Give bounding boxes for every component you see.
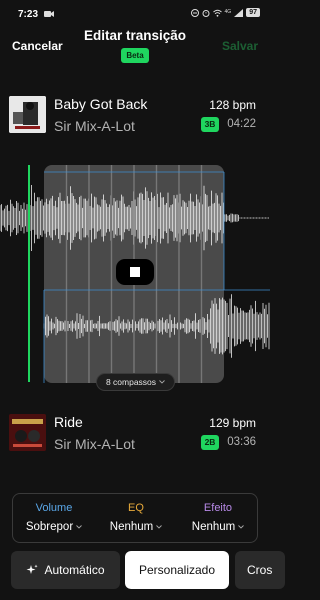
transition-length-dropdown[interactable]: 8 compassos	[96, 373, 175, 391]
track-title: Baby Got Back	[54, 96, 148, 112]
save-button[interactable]: Salvar	[222, 39, 258, 53]
alarm-icon	[202, 9, 210, 17]
transition-waveform-editor[interactable]	[0, 160, 270, 392]
effect-value-text: Nenhum	[191, 521, 236, 533]
effect-label: Efeito	[203, 502, 233, 514]
battery-icon: 97	[246, 8, 260, 17]
network-type: 4G	[224, 9, 232, 15]
track-duration: 04:22	[227, 118, 256, 130]
effect-value[interactable]: Nenhum	[177, 521, 259, 533]
camera-icon	[44, 11, 54, 17]
track-incoming[interactable]: Ride Sir Mix-A-Lot 129 bpm 2B 03:36	[0, 410, 270, 460]
track-outgoing[interactable]: Baby Got Back Sir Mix-A-Lot 128 bpm 3B 0…	[0, 92, 270, 142]
transition-controls: Volume Sobrepor EQ Nenhum Efeito Nenhum	[12, 493, 258, 543]
effect-control[interactable]: Efeito Nenhum	[177, 494, 259, 544]
sparkle-icon	[26, 564, 39, 574]
beta-badge: Beta	[121, 48, 149, 63]
mode-crossfade-label: Cros	[247, 563, 273, 577]
mode-automatic-label: Automático	[44, 563, 105, 577]
eq-value[interactable]: Nenhum	[95, 521, 177, 533]
track-artist: Sir Mix-A-Lot	[54, 436, 135, 452]
transition-length-label: 8 compassos	[105, 377, 157, 387]
eq-value-text: Nenhum	[109, 521, 154, 533]
wifi-icon	[212, 9, 222, 17]
track-key-badge: 3B	[201, 117, 219, 132]
volume-value[interactable]: Sobrepor	[13, 521, 95, 533]
chevron-down-icon	[238, 525, 245, 529]
status-bar: 7:23 4G 97	[0, 0, 270, 26]
track-title: Ride	[54, 414, 83, 430]
album-cover	[9, 96, 46, 133]
signal-icon	[234, 8, 244, 17]
eq-label: EQ	[128, 502, 144, 514]
mode-custom-button[interactable]: Personalizado	[125, 551, 229, 589]
mode-automatic-button[interactable]: Automático	[11, 551, 120, 589]
volume-control[interactable]: Volume Sobrepor	[13, 494, 95, 544]
header: Cancelar Editar transição Beta Salvar	[0, 26, 270, 68]
track-artist: Sir Mix-A-Lot	[54, 118, 135, 134]
track-bpm: 129 bpm	[209, 416, 256, 430]
stop-icon	[130, 267, 140, 277]
chevron-down-icon	[76, 525, 82, 529]
track-bpm: 128 bpm	[209, 98, 256, 112]
album-cover	[9, 414, 46, 451]
eq-control[interactable]: EQ Nenhum	[95, 494, 177, 544]
volume-value-text: Sobrepor	[25, 521, 74, 533]
mode-selector: Automático Personalizado Cros	[0, 551, 285, 589]
status-time: 7:23	[18, 9, 39, 20]
mode-custom-label: Personalizado	[138, 563, 216, 577]
stop-button[interactable]	[116, 259, 154, 285]
mode-crossfade-button[interactable]: Cros	[235, 551, 285, 589]
do-not-disturb-icon	[190, 8, 199, 17]
volume-label: Volume	[35, 502, 73, 514]
chevron-down-icon	[159, 380, 165, 384]
track-duration: 03:36	[227, 436, 256, 448]
chevron-down-icon	[156, 525, 163, 529]
track-key-badge: 2B	[201, 435, 219, 450]
